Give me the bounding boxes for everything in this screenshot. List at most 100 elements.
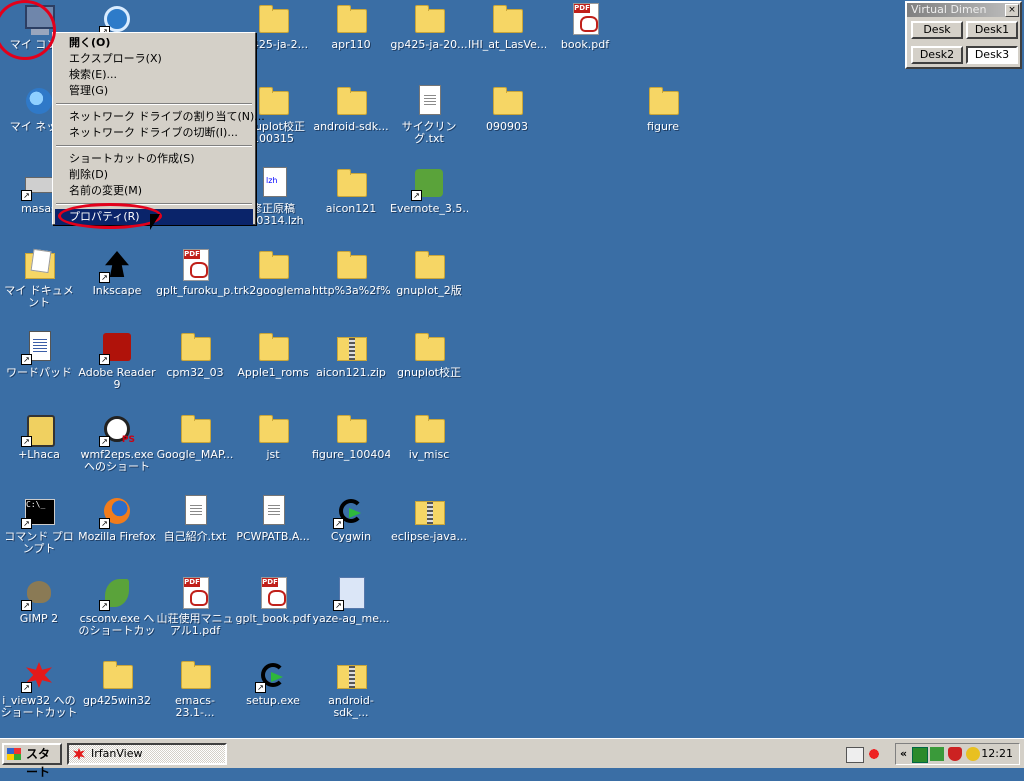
menu-item[interactable]: 名前の変更(M): [55, 183, 253, 199]
vd-close-button[interactable]: ×: [1005, 4, 1019, 17]
desktop-icon-label: gplt_book.pdf: [235, 613, 311, 625]
desktop-icon[interactable]: android-sdk...: [312, 85, 390, 133]
desktop-icon[interactable]: eclipse-java...: [390, 495, 468, 543]
antivirus-icon[interactable]: [966, 747, 980, 761]
desktop-icon[interactable]: サイクリング.txt: [390, 85, 468, 145]
desktop-icon[interactable]: 自己紹介.txt: [156, 495, 234, 543]
vd-desk-1[interactable]: Desk1: [966, 21, 1018, 39]
desktop-icon[interactable]: android-sdk_...: [312, 659, 390, 719]
desktop-icon[interactable]: PDF gplt_furoku_p...: [156, 249, 234, 297]
vd-desk-2[interactable]: Desk2: [911, 46, 963, 64]
desktop-icon[interactable]: gp425win32: [78, 659, 156, 707]
desktop-icon[interactable]: PDF 山荘使用マニュアル1.pdf: [156, 577, 234, 637]
desktop-icon[interactable]: ↗ +Lhaca: [0, 413, 78, 461]
ime-icon[interactable]: [866, 747, 882, 761]
desktop-icon-label: PCWPATB.A...: [236, 531, 310, 543]
desktop-icon-label: Adobe Reader 9: [78, 367, 156, 391]
network-icon[interactable]: [912, 747, 928, 763]
vd-title-bar[interactable]: Virtual Dimen ×: [907, 3, 1020, 17]
folder-icon: [413, 331, 445, 363]
annotation-circle-properties: [58, 203, 162, 229]
desktop-icon[interactable]: aicon121: [312, 167, 390, 215]
folder-icon: [257, 413, 289, 445]
desktop-icon[interactable]: IHI_at_LasVe...: [468, 3, 546, 51]
taskbar-item-irfanview[interactable]: IrfanView: [67, 743, 227, 765]
desktop-icon-label: yaze-ag_me...: [312, 613, 390, 625]
desktop-icon-label: android-sdk...: [313, 121, 389, 133]
desktop-icon[interactable]: trk2googlema...: [234, 249, 312, 297]
taskbar: スタート IrfanView « 12:21: [0, 738, 1024, 779]
desktop-icon[interactable]: cpm32_03: [156, 331, 234, 379]
menu-item[interactable]: 削除(D): [55, 167, 253, 183]
desktop-icon[interactable]: emacs-23.1-...: [156, 659, 234, 719]
menu-item[interactable]: 開く(O): [55, 35, 253, 51]
tray-chevron-icon[interactable]: «: [900, 744, 907, 764]
desktop-icon[interactable]: ↗ GIMP 2: [0, 577, 78, 625]
menu-item[interactable]: 検索(E)...: [55, 67, 253, 83]
desktop-icon[interactable]: Apple1_roms: [234, 331, 312, 379]
desktop-icon[interactable]: ↗ yaze-ag_me...: [312, 577, 390, 625]
desktop-icon-label: コマンド プロンプト: [4, 531, 74, 555]
desktop-icon[interactable]: ↗ Cygwin: [312, 495, 390, 543]
menu-item[interactable]: ショートカットの作成(S): [55, 151, 253, 167]
folder-icon: [179, 659, 211, 691]
vd-desk-3[interactable]: Desk3: [966, 46, 1018, 64]
desktop-icon[interactable]: 090903: [468, 85, 546, 133]
desktop-icon[interactable]: aicon121.zip: [312, 331, 390, 379]
zip-icon: [413, 495, 445, 527]
shortcut-arrow-icon: ↗: [21, 190, 32, 201]
virtual-dimension-window[interactable]: Virtual Dimen × Desk Desk1 Desk2 Desk3: [905, 1, 1022, 69]
desktop-icon-label: aicon121: [325, 203, 377, 215]
doc-icon: [413, 85, 445, 117]
desktop-icon[interactable]: jst: [234, 413, 312, 461]
desktop-icon[interactable]: figure_100404: [312, 413, 390, 461]
desktop-icon[interactable]: ↗ Mozilla Firefox: [78, 495, 156, 543]
shortcut-arrow-icon: ↗: [411, 190, 422, 201]
desktop-icon[interactable]: ↗ Inkscape: [78, 249, 156, 297]
folder-icon: [257, 331, 289, 363]
desktop-icon[interactable]: PDF book.pdf: [546, 3, 624, 51]
shortcut-arrow-icon: ↗: [21, 518, 32, 529]
shield-icon[interactable]: [948, 747, 962, 761]
folder-icon: [335, 3, 367, 35]
desktop-icon[interactable]: ↗ setup.exe: [234, 659, 312, 707]
folder-icon: [647, 85, 679, 117]
folder-icon: [335, 167, 367, 199]
desktop-icon[interactable]: ↗ csconv.exe へのショートカット: [78, 577, 156, 637]
desktop-icon[interactable]: マイ ドキュメント: [0, 249, 78, 309]
desktop-icon-label: GIMP 2: [19, 613, 59, 625]
security-center-icon[interactable]: [930, 747, 944, 761]
vd-desk-0[interactable]: Desk: [911, 21, 963, 39]
desktop-icon[interactable]: Google_MAP...: [156, 413, 234, 461]
desktop-icon[interactable]: figure: [624, 85, 702, 133]
menu-item[interactable]: 管理(G): [55, 83, 253, 99]
desktop-icon[interactable]: ↗ wmf2eps.exe へのショートカ...: [78, 413, 156, 473]
start-button[interactable]: スタート: [2, 743, 62, 779]
desktop-icon[interactable]: gnuplot校正: [390, 331, 468, 379]
task-label: IrfanView: [91, 747, 143, 760]
folder-icon: [257, 249, 289, 281]
menu-item[interactable]: ネットワーク ドライブの切断(I)...: [55, 125, 253, 141]
desktop-icon[interactable]: PCWPATB.A...: [234, 495, 312, 543]
desktop-icon[interactable]: ↗ ワードパッド: [0, 331, 78, 379]
clock[interactable]: 12:21: [981, 744, 1013, 764]
desktop-icon-label: gplt_furoku_p...: [156, 285, 234, 297]
desktop-icon[interactable]: ↗ i_view32 へのショートカット: [0, 659, 78, 719]
desktop-icon[interactable]: ↗ Evernote_3.5...: [390, 167, 468, 215]
cmd-icon: C:\_ ↗: [21, 495, 55, 529]
desktop-icon[interactable]: PDF gplt_book.pdf: [234, 577, 312, 625]
desktop-icon[interactable]: C:\_ ↗ コマンド プロンプト: [0, 495, 78, 555]
desktop-icon[interactable]: gp425-ja-20...: [390, 3, 468, 51]
cyg-icon: ↗: [333, 495, 367, 529]
menu-item[interactable]: エクスプローラ(X): [55, 51, 253, 67]
keyboard-icon[interactable]: [846, 747, 864, 763]
desktop-icon-label: +Lhaca: [18, 449, 60, 461]
desktop-icon[interactable]: http%3a%2f%2...: [312, 249, 390, 297]
desktop-icon-label: Cygwin: [330, 531, 372, 543]
menu-item[interactable]: ネットワーク ドライブの割り当て(N)...: [55, 109, 265, 125]
desktop-icon[interactable]: apr110: [312, 3, 390, 51]
desktop-icon[interactable]: iv_misc: [390, 413, 468, 461]
shortcut-arrow-icon: ↗: [99, 600, 110, 611]
desktop-icon[interactable]: gnuplot_2版: [390, 249, 468, 297]
desktop-icon[interactable]: ↗ Adobe Reader 9: [78, 331, 156, 391]
